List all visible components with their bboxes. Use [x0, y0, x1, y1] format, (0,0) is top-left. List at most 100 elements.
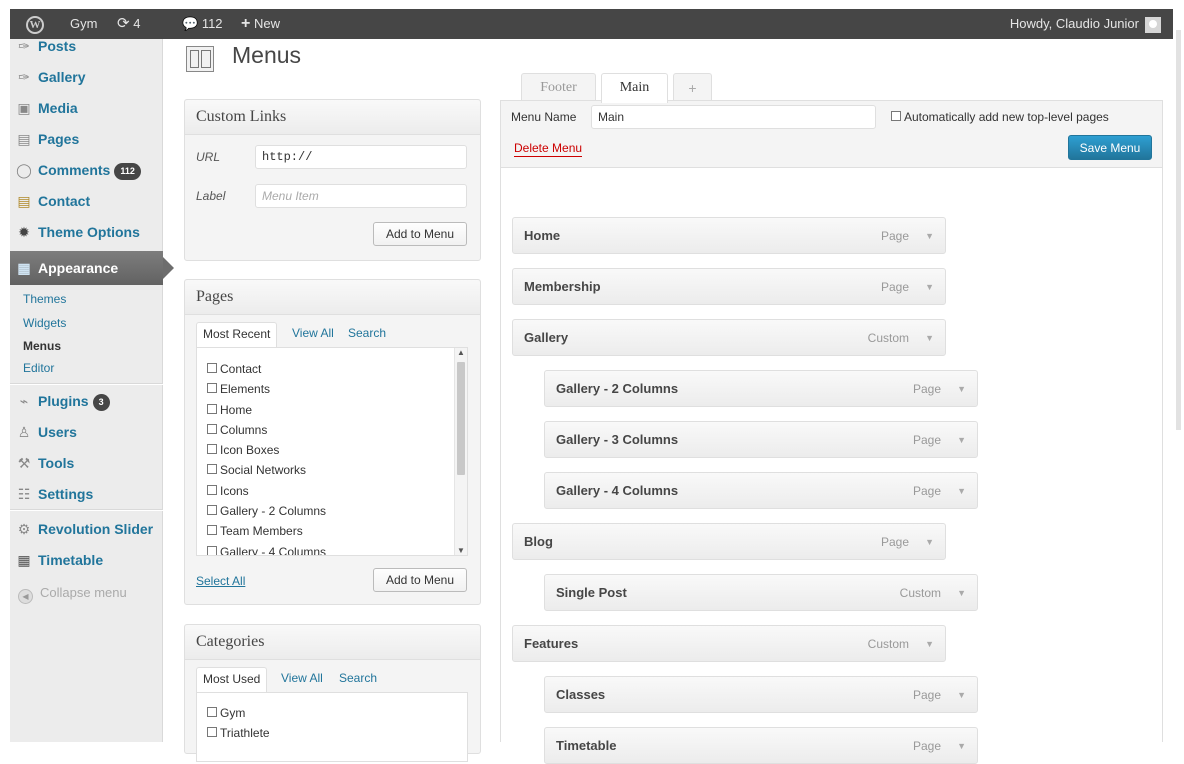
pages_box-checkbox-item[interactable]: Contact — [207, 359, 326, 379]
menu-item[interactable]: Blog Page ▼ — [512, 523, 946, 560]
sidebar-item-media[interactable]: ▣ Media — [10, 93, 163, 123]
checkbox-icon[interactable] — [207, 484, 217, 495]
categories-list[interactable]: Gym Triathlete — [196, 692, 468, 762]
add-pages-button[interactable]: Add to Menu — [373, 568, 467, 592]
menu-item[interactable]: Single Post Custom ▼ — [544, 574, 978, 611]
expand-arrow-icon[interactable]: ▼ — [957, 422, 966, 458]
expand-arrow-icon[interactable]: ▼ — [925, 626, 934, 662]
pages_box-checkbox-item[interactable]: Icons — [207, 481, 326, 501]
categories-box-title[interactable]: Categories — [185, 625, 480, 660]
select-all-link[interactable]: Select All — [196, 574, 245, 588]
checkbox-icon[interactable] — [207, 363, 217, 373]
add-menu-tab[interactable]: + — [673, 73, 712, 102]
menu-item[interactable]: Gallery - 4 Columns Page ▼ — [544, 472, 978, 509]
menu-item[interactable]: Gallery Custom ▼ — [512, 319, 946, 356]
menu-item[interactable]: Classes Page ▼ — [544, 676, 978, 713]
checkbox-icon[interactable] — [207, 525, 217, 536]
categories_box-checkbox-item[interactable]: Gym — [207, 703, 270, 723]
delete-menu-link[interactable]: Delete Menu — [514, 141, 583, 157]
checkbox-icon[interactable] — [207, 423, 217, 434]
checkbox-icon[interactable] — [207, 727, 217, 738]
sidebar-item-comments[interactable]: ◯ Comments 112 — [10, 155, 163, 185]
pages-list[interactable]: Contact Elements Home Columns Icon Boxes Soci… — [196, 347, 468, 556]
expand-arrow-icon[interactable]: ▼ — [957, 677, 966, 713]
my-account-link[interactable]: Howdy, Claudio Junior — [1010, 9, 1161, 39]
tab-most-recent[interactable]: Most Recent — [196, 322, 278, 348]
new-content-link[interactable]: + New — [241, 9, 280, 39]
menu-item-label-input[interactable]: Menu Item — [255, 184, 467, 208]
scroll-thumb[interactable] — [457, 362, 465, 475]
submenu-themes[interactable]: Themes — [23, 291, 66, 307]
expand-arrow-icon[interactable]: ▼ — [957, 575, 966, 611]
checkbox-icon[interactable] — [207, 707, 217, 717]
add-custom-link-button[interactable]: Add to Menu — [373, 222, 467, 246]
custom-links-title[interactable]: Custom Links — [185, 100, 480, 135]
pages_box-checkbox-item[interactable]: Gallery - 2 Columns — [207, 501, 326, 521]
menu-item[interactable]: Features Custom ▼ — [512, 625, 946, 662]
sidebar-item-theme-options[interactable]: ✹ Theme Options — [10, 217, 163, 247]
expand-arrow-icon[interactable]: ▼ — [925, 320, 934, 356]
expand-arrow-icon[interactable]: ▼ — [957, 473, 966, 509]
sidebar-item-pages[interactable]: ▤ Pages — [10, 124, 163, 154]
sidebar-item-plugins[interactable]: ⌁ Plugins 3 — [10, 386, 163, 416]
sidebar-item-users[interactable]: ♙ Users — [10, 417, 163, 447]
sidebar-item-appearance[interactable]: ▦ Appearance — [10, 251, 174, 285]
categories_box-checkbox-item[interactable]: Triathlete — [207, 723, 270, 743]
page-scroll-thumb[interactable] — [1176, 30, 1181, 430]
submenu-editor[interactable]: Editor — [23, 360, 54, 376]
submenu-widgets[interactable]: Widgets — [23, 315, 66, 331]
expand-arrow-icon[interactable]: ▼ — [925, 218, 934, 254]
tab-view-all[interactable]: View All — [275, 667, 329, 693]
checkbox-icon[interactable] — [207, 505, 217, 516]
sidebar-item-timetable[interactable]: ▦ Timetable — [10, 545, 163, 575]
pages_box-checkbox-item[interactable]: Team Members — [207, 521, 326, 541]
menu-item[interactable]: Membership Page ▼ — [512, 268, 946, 305]
page-scrollbar[interactable] — [1173, 0, 1184, 742]
expand-arrow-icon[interactable]: ▼ — [925, 269, 934, 305]
pages_box-checkbox-item[interactable]: Home — [207, 400, 326, 420]
menu-item[interactable]: Gallery - 3 Columns Page ▼ — [544, 421, 978, 458]
pages_box-checkbox-item[interactable]: Gallery - 4 Columns — [207, 542, 326, 555]
save-menu-button[interactable]: Save Menu — [1068, 135, 1152, 160]
submenu-menus[interactable]: Menus — [23, 338, 61, 354]
scroll-up-icon[interactable]: ▲ — [455, 348, 467, 357]
pages_box-checkbox-item[interactable]: Icon Boxes — [207, 440, 326, 460]
sidebar-item-gallery[interactable]: ✑ Gallery — [10, 62, 163, 92]
pages_box-checkbox-item[interactable]: Social Networks — [207, 460, 326, 480]
checkbox-icon[interactable] — [207, 403, 217, 414]
menu-item[interactable]: Gallery - 2 Columns Page ▼ — [544, 370, 978, 407]
tab-search[interactable]: Search — [333, 667, 383, 693]
checkbox-icon[interactable] — [207, 464, 217, 475]
menu-name-input[interactable]: Main — [591, 105, 876, 129]
plugin-icon: ⌁ — [19, 393, 29, 409]
menu-tab-main[interactable]: Main — [601, 73, 668, 103]
pages_box-checkbox-item[interactable]: Elements — [207, 379, 326, 399]
pages-scrollbar[interactable]: ▲ ▼ — [454, 348, 467, 555]
pages-box-title[interactable]: Pages — [185, 280, 480, 315]
url-input[interactable]: http:// — [255, 145, 467, 169]
tab-most-used[interactable]: Most Used — [196, 667, 268, 693]
admin-bar: W Gym ⟳ 4 💬 112 + New Howdy, Claudio Jun… — [10, 9, 1173, 39]
auto-add-checkbox[interactable]: Automatically add new top-level pages — [891, 110, 1109, 124]
checkbox-icon[interactable] — [207, 383, 217, 394]
menu-item[interactable]: Timetable Page ▼ — [544, 727, 978, 764]
sidebar-item-tools[interactable]: ⚒ Tools — [10, 448, 163, 478]
sidebar-item-settings[interactable]: ☷ Settings — [10, 479, 163, 509]
sidebar-item-posts[interactable]: ✑ Posts — [10, 31, 163, 61]
checkbox-icon[interactable] — [207, 545, 217, 555]
checkbox-icon[interactable] — [207, 444, 217, 455]
expand-arrow-icon[interactable]: ▼ — [957, 371, 966, 407]
comments-link[interactable]: 💬 112 — [182, 9, 223, 39]
scroll-down-icon[interactable]: ▼ — [455, 546, 467, 555]
expand-arrow-icon[interactable]: ▼ — [925, 524, 934, 560]
tab-search[interactable]: Search — [342, 322, 392, 348]
plus-icon: + — [241, 15, 251, 32]
sidebar-item-revolution-slider[interactable]: ⚙ Revolution Slider — [10, 514, 163, 544]
expand-arrow-icon[interactable]: ▼ — [957, 728, 966, 764]
sidebar-item-contact[interactable]: ▤ Contact — [10, 186, 163, 216]
tab-view-all[interactable]: View All — [286, 322, 340, 348]
menu-item[interactable]: Home Page ▼ — [512, 217, 946, 254]
pages_box-checkbox-item[interactable]: Columns — [207, 420, 326, 440]
menu-tab-footer[interactable]: Footer — [521, 73, 596, 102]
collapse-menu-button[interactable]: ◀ Collapse menu — [18, 585, 127, 604]
